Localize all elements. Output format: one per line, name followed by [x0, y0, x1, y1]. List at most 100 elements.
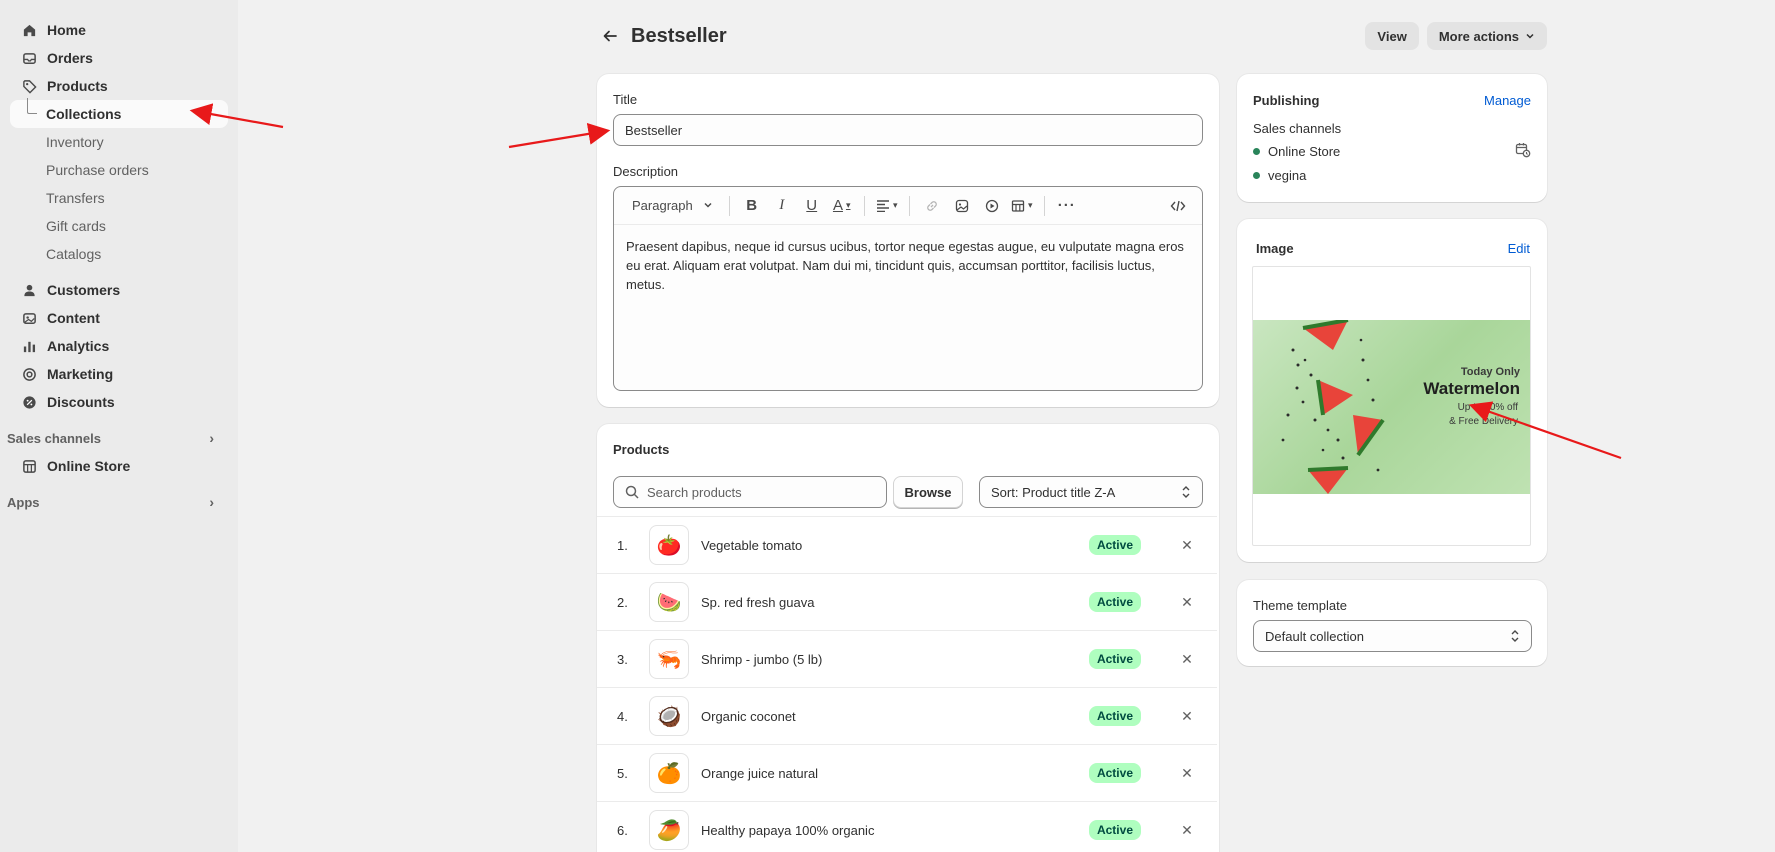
back-arrow-icon[interactable] — [597, 23, 623, 49]
sidebar-item-analytics[interactable]: Analytics — [0, 332, 228, 360]
text-color-icon[interactable]: A ▾ — [830, 193, 854, 219]
product-row[interactable]: 4. 🥥 Organic coconet Active ✕ — [597, 687, 1217, 744]
code-icon[interactable] — [1166, 193, 1190, 219]
product-name[interactable]: Healthy papaya 100% organic — [701, 823, 1089, 838]
schedule-icon[interactable] — [1515, 142, 1531, 161]
sidebar-item-orders[interactable]: Orders — [0, 44, 228, 72]
image-heading: Image — [1256, 241, 1294, 256]
sidebar-item-label: Online Store — [47, 458, 131, 474]
status-badge: Active — [1088, 763, 1141, 783]
product-name[interactable]: Orange juice natural — [701, 766, 1089, 781]
header-actions: View More actions — [1365, 22, 1547, 50]
product-row[interactable]: 3. 🦐 Shrimp - jumbo (5 lb) Active ✕ — [597, 630, 1217, 687]
chevron-down-icon — [1525, 29, 1535, 44]
collection-banner-image: Today Only Watermelon Up to 40% off & Fr… — [1253, 320, 1530, 494]
sidebar-item-products[interactable]: Products — [0, 72, 228, 100]
link-icon[interactable] — [920, 193, 944, 219]
apps-header[interactable]: Apps › — [0, 488, 238, 516]
product-row[interactable]: 6. 🥭 Healthy papaya 100% organic Active ✕ — [597, 801, 1217, 852]
remove-icon[interactable]: ✕ — [1177, 708, 1197, 725]
branch-line-icon — [27, 98, 37, 114]
sidebar-item-customers[interactable]: Customers — [0, 276, 228, 304]
product-name[interactable]: Sp. red fresh guava — [701, 595, 1089, 610]
sidebar-item-label: Collections — [46, 106, 122, 122]
theme-template-select[interactable]: Default collection — [1253, 620, 1532, 652]
italic-icon[interactable]: I — [770, 193, 794, 219]
sidebar-item-content[interactable]: Content — [0, 304, 228, 332]
sidebar-item-home[interactable]: Home — [0, 16, 228, 44]
more-actions-label: More actions — [1438, 28, 1519, 44]
search-products-input[interactable]: Search products — [613, 476, 887, 508]
store-icon — [21, 458, 37, 474]
product-thumbnail: 🥭 — [649, 810, 689, 850]
product-name[interactable]: Shrimp - jumbo (5 lb) — [701, 652, 1089, 667]
remove-icon[interactable]: ✕ — [1177, 765, 1197, 782]
select-arrows-icon — [1510, 629, 1520, 643]
page-title: Bestseller — [631, 24, 727, 47]
sidebar-item-inventory[interactable]: Inventory — [0, 128, 228, 156]
toolbar-divider — [863, 195, 865, 216]
underline-icon[interactable]: U — [800, 193, 824, 219]
paragraph-select[interactable]: Paragraph — [626, 193, 719, 219]
align-icon[interactable]: ▾ — [875, 193, 899, 219]
sidebar-item-discounts[interactable]: Discounts — [0, 388, 228, 416]
toolbar-divider — [1043, 195, 1045, 216]
toolbar-divider — [728, 195, 730, 216]
sidebar-item-label: Catalogs — [46, 246, 102, 262]
sort-label: Sort: Product title Z-A — [991, 484, 1116, 500]
remove-icon[interactable]: ✕ — [1177, 537, 1197, 554]
sidebar-item-label: Marketing — [47, 366, 114, 382]
status-dot — [1253, 148, 1260, 155]
title-input[interactable]: Bestseller — [613, 114, 1203, 146]
edit-image-link[interactable]: Edit — [1508, 241, 1530, 256]
sidebar-item-marketing[interactable]: Marketing — [0, 360, 228, 388]
product-index: 4. — [617, 708, 628, 724]
more-actions-button[interactable]: More actions — [1426, 22, 1547, 50]
remove-icon[interactable]: ✕ — [1177, 594, 1197, 611]
sidebar-item-label: Products — [47, 78, 108, 94]
sidebar-item-collections[interactable]: Collections — [10, 98, 228, 128]
image-frame[interactable]: Today Only Watermelon Up to 40% off & Fr… — [1252, 266, 1531, 546]
browse-button[interactable]: Browse — [893, 476, 963, 508]
remove-icon[interactable]: ✕ — [1177, 651, 1197, 668]
chevron-right-icon: › — [209, 430, 214, 446]
product-row[interactable]: 5. 🍊 Orange juice natural Active ✕ — [597, 744, 1217, 801]
description-text[interactable]: Praesent dapibus, neque id cursus ucibus… — [614, 225, 1202, 306]
sales-channels-label: Sales channels — [7, 430, 101, 446]
browse-label: Browse — [904, 484, 952, 500]
paragraph-label: Paragraph — [632, 198, 693, 213]
content-icon — [21, 310, 37, 326]
product-row[interactable]: 1. 🍅 Vegetable tomato Active ✕ — [597, 516, 1217, 573]
product-name[interactable]: Organic coconet — [701, 709, 1089, 724]
image-icon[interactable] — [950, 193, 974, 219]
products-card: Products Search products Browse Sort: Pr… — [597, 424, 1219, 852]
product-index: 5. — [617, 765, 628, 781]
status-dot — [1253, 172, 1260, 179]
sidebar-item-online-store[interactable]: Online Store — [0, 452, 228, 480]
product-thumbnail: 🥥 — [649, 696, 689, 736]
select-arrows-icon — [1181, 485, 1191, 499]
remove-icon[interactable]: ✕ — [1177, 822, 1197, 839]
sidebar-item-catalogs[interactable]: Catalogs — [0, 240, 228, 268]
sales-channels-header[interactable]: Sales channels › — [0, 424, 238, 452]
sidebar-item-label: Customers — [47, 282, 121, 298]
sort-select[interactable]: Sort: Product title Z-A — [979, 476, 1203, 508]
banner-line2: Watermelon — [1423, 379, 1520, 398]
more-icon[interactable]: ··· — [1055, 193, 1079, 219]
bold-icon[interactable]: B — [740, 193, 764, 219]
status-badge: Active — [1088, 535, 1141, 555]
table-icon[interactable]: ▾ — [1010, 193, 1034, 219]
video-icon[interactable] — [980, 193, 1004, 219]
view-button[interactable]: View — [1365, 22, 1419, 50]
sidebar-item-gift-cards[interactable]: Gift cards — [0, 212, 228, 240]
product-name[interactable]: Vegetable tomato — [701, 538, 1089, 553]
product-row[interactable]: 2. 🍉 Sp. red fresh guava Active ✕ — [597, 573, 1217, 630]
page-header: Bestseller View More actions — [597, 18, 1547, 54]
manage-link[interactable]: Manage — [1484, 93, 1531, 108]
sidebar-item-transfers[interactable]: Transfers — [0, 184, 228, 212]
publishing-card: Publishing Manage Sales channels Online … — [1237, 74, 1547, 202]
sidebar-item-purchase-orders[interactable]: Purchase orders — [0, 156, 228, 184]
